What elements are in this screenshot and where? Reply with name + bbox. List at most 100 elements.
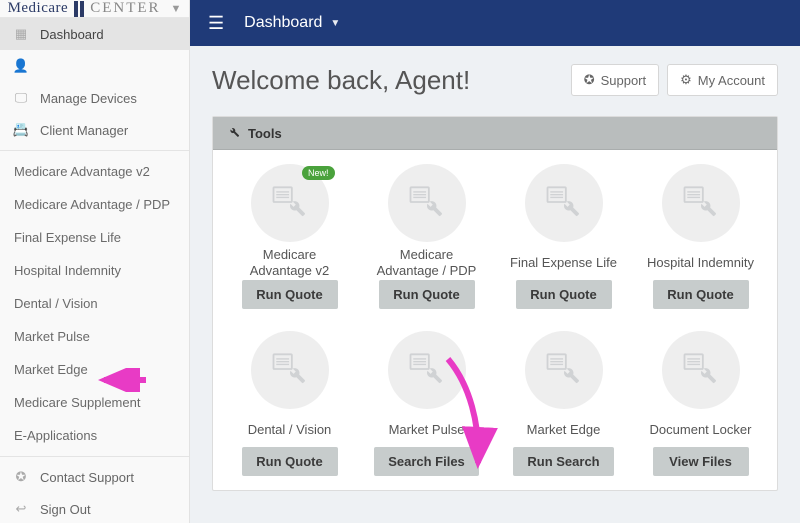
sidebar-item-market-edge[interactable]: Market Edge [0, 353, 189, 386]
page-header: Welcome back, Agent! ✪ Support ⚙ My Acco… [212, 64, 778, 96]
document-wrench-icon [268, 347, 312, 394]
gear-icon: ⚙ [680, 72, 692, 88]
document-wrench-icon [679, 180, 723, 227]
document-wrench-icon [268, 180, 312, 227]
grid-icon: ▦ [12, 26, 30, 42]
sidebar-item-e-applications[interactable]: E-Applications [0, 419, 189, 452]
sidebar-label: Contact Support [40, 470, 134, 485]
tool-tile: Document LockerView Files [642, 331, 759, 476]
tool-action-button[interactable]: Run Quote [516, 280, 612, 309]
sidebar-item-market-pulse[interactable]: Market Pulse [0, 320, 189, 353]
document-wrench-icon [405, 347, 449, 394]
topbar-title[interactable]: Dashboard ▼ [244, 14, 340, 32]
sidebar-nav-primary: ▦ Dashboard 👤 🖵 Manage Devices 📇 Client … [0, 18, 189, 146]
tool-thumbnail [388, 331, 466, 409]
tool-action-button[interactable]: Run Quote [653, 280, 749, 309]
tool-action-button[interactable]: Run Quote [242, 447, 338, 476]
tool-label: Medicare Advantage / PDP [368, 246, 485, 280]
document-wrench-icon [679, 347, 723, 394]
new-badge: New! [302, 166, 335, 180]
sidebar-item-sign-out[interactable]: ↩ Sign Out [0, 493, 189, 525]
divider [0, 456, 189, 457]
brand-logo[interactable]: Medicare CENTER ▼ [0, 0, 189, 18]
header-buttons: ✪ Support ⚙ My Account [571, 64, 778, 96]
button-label: My Account [698, 73, 765, 88]
tool-action-button[interactable]: Run Quote [242, 280, 338, 309]
chevron-down-icon: ▼ [171, 3, 182, 15]
tool-tile: Dental / VisionRun Quote [231, 331, 348, 476]
hamburger-icon[interactable]: ☰ [208, 13, 224, 34]
divider [0, 150, 189, 151]
tool-action-button[interactable]: View Files [653, 447, 749, 476]
tool-thumbnail: New! [251, 164, 329, 242]
tool-thumbnail [251, 331, 329, 409]
id-card-icon: 📇 [12, 122, 30, 138]
tool-action-button[interactable]: Search Files [374, 447, 479, 476]
sidebar-label: Dental / Vision [14, 296, 98, 311]
sidebar-label: Final Expense Life [14, 230, 121, 245]
sidebar-item-dashboard[interactable]: ▦ Dashboard [0, 18, 189, 50]
tool-tile: Medicare Advantage / PDPRun Quote [368, 164, 485, 309]
sign-out-icon: ↩ [12, 501, 30, 517]
brand-part1: Medicare [8, 0, 69, 17]
sidebar-label: Dashboard [40, 27, 104, 42]
sidebar-label: Client Manager [40, 123, 128, 138]
sidebar-label: Manage Devices [40, 91, 137, 106]
brand-part2: CENTER [90, 0, 160, 17]
content: Welcome back, Agent! ✪ Support ⚙ My Acco… [190, 46, 800, 509]
sidebar-label: Medicare Advantage / PDP [14, 197, 170, 212]
tool-action-button[interactable]: Run Quote [379, 280, 475, 309]
brand-bars-icon [74, 1, 84, 17]
tool-tile: Hospital IndemnityRun Quote [642, 164, 759, 309]
tool-tile: Market PulseSearch Files [368, 331, 485, 476]
my-account-button[interactable]: ⚙ My Account [667, 64, 778, 96]
sidebar-item-hospital-indemnity[interactable]: Hospital Indemnity [0, 254, 189, 287]
sidebar: Medicare CENTER ▼ ▦ Dashboard 👤 🖵 Manage… [0, 0, 190, 523]
sidebar-label: Hospital Indemnity [14, 263, 121, 278]
sidebar-label: E-Applications [14, 428, 97, 443]
tool-thumbnail [525, 164, 603, 242]
support-button[interactable]: ✪ Support [571, 64, 659, 96]
topbar-title-text: Dashboard [244, 14, 322, 32]
sidebar-item-profile[interactable]: 👤 [0, 50, 189, 82]
tool-label: Market Edge [527, 413, 601, 447]
tool-thumbnail [525, 331, 603, 409]
tool-tile: Final Expense LifeRun Quote [505, 164, 622, 309]
sidebar-item-client-manager[interactable]: 📇 Client Manager [0, 114, 189, 146]
lifebuoy-icon: ✪ [584, 72, 595, 88]
sidebar-label: Medicare Supplement [14, 395, 140, 410]
sidebar-item-medicare-supplement[interactable]: Medicare Supplement [0, 386, 189, 419]
sidebar-label: Medicare Advantage v2 [14, 164, 150, 179]
button-label: Support [601, 73, 647, 88]
sidebar-label: Sign Out [40, 502, 91, 517]
tool-label: Dental / Vision [248, 413, 332, 447]
document-wrench-icon [542, 347, 586, 394]
sidebar-item-medicare-advantage-v2[interactable]: Medicare Advantage v2 [0, 155, 189, 188]
tool-label: Medicare Advantage v2 [231, 246, 348, 280]
welcome-heading: Welcome back, Agent! [212, 65, 470, 96]
tools-panel: Tools New!Medicare Advantage v2Run Quote… [212, 116, 778, 491]
tool-label: Hospital Indemnity [647, 246, 754, 280]
tool-thumbnail [662, 164, 740, 242]
tool-label: Market Pulse [389, 413, 465, 447]
tools-grid: New!Medicare Advantage v2Run QuoteMedica… [231, 164, 759, 476]
tool-tile: Market EdgeRun Search [505, 331, 622, 476]
sidebar-item-dental-vision[interactable]: Dental / Vision [0, 287, 189, 320]
user-icon: 👤 [12, 58, 30, 74]
sidebar-item-manage-devices[interactable]: 🖵 Manage Devices [0, 82, 189, 114]
lifebuoy-icon: ✪ [12, 469, 30, 485]
sidebar-label: Market Edge [14, 362, 88, 377]
tool-action-button[interactable]: Run Search [513, 447, 613, 476]
document-wrench-icon [405, 180, 449, 227]
wrench-icon [227, 125, 240, 141]
sidebar-nav-secondary: Medicare Advantage v2 Medicare Advantage… [0, 155, 189, 452]
laptop-icon: 🖵 [12, 90, 30, 106]
sidebar-label: Market Pulse [14, 329, 90, 344]
sidebar-nav-footer: ✪ Contact Support ↩ Sign Out [0, 461, 189, 525]
sidebar-item-medicare-advantage-pdp[interactable]: Medicare Advantage / PDP [0, 188, 189, 221]
document-wrench-icon [542, 180, 586, 227]
tool-label: Document Locker [650, 413, 752, 447]
panel-title: Tools [248, 126, 282, 141]
sidebar-item-contact-support[interactable]: ✪ Contact Support [0, 461, 189, 493]
sidebar-item-final-expense-life[interactable]: Final Expense Life [0, 221, 189, 254]
